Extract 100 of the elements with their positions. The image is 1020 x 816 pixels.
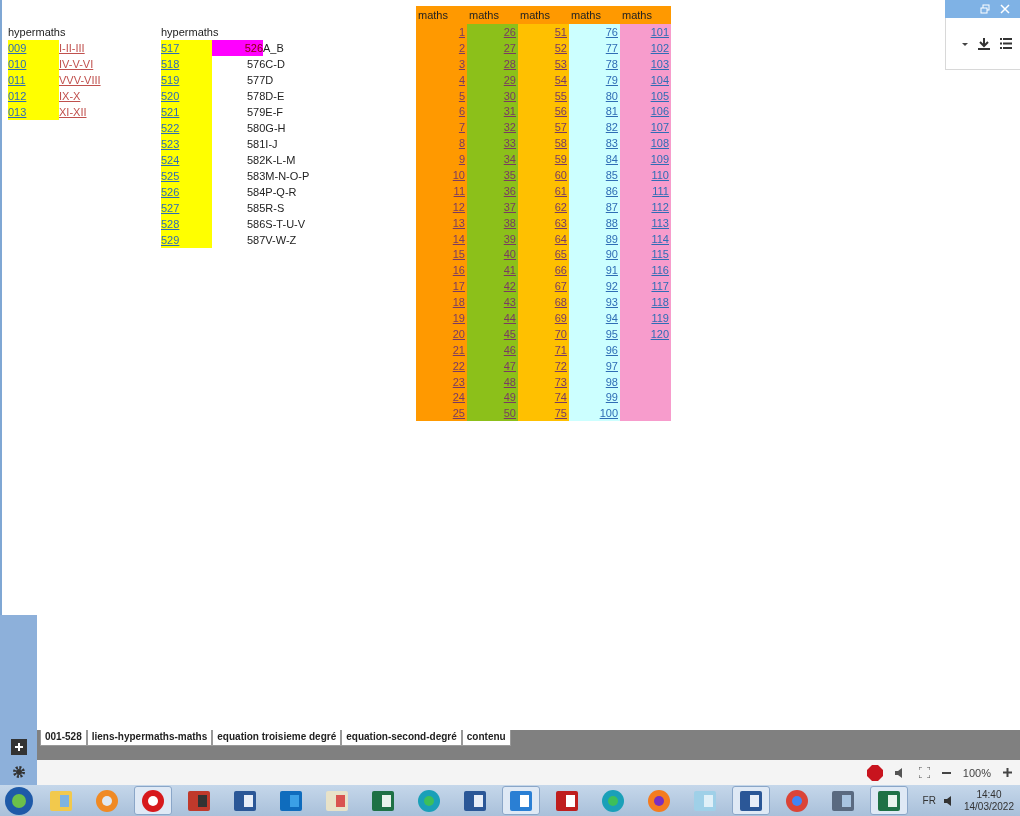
cell-link[interactable]: 90 <box>569 246 620 263</box>
cell-link[interactable]: 11 <box>416 182 467 199</box>
cell-link[interactable]: 4 <box>416 71 467 88</box>
cell-link[interactable]: 86 <box>569 182 620 199</box>
cell-link[interactable]: VVV-VIII <box>59 72 119 88</box>
cell-link[interactable]: 21 <box>416 341 467 358</box>
taskbar-app[interactable] <box>502 786 540 815</box>
cell-link[interactable]: 84 <box>569 151 620 167</box>
zoom-out-icon[interactable] <box>941 771 951 774</box>
cell-link[interactable]: 103 <box>620 55 671 72</box>
cell-link[interactable]: 7 <box>416 119 467 136</box>
list-icon[interactable] <box>1000 38 1012 49</box>
cell-link[interactable]: 44 <box>467 310 518 326</box>
settings-icon[interactable] <box>11 765 26 779</box>
cell-link[interactable]: 23 <box>416 373 467 390</box>
cell-link[interactable]: 66 <box>518 262 569 279</box>
cell-link[interactable]: 102 <box>620 39 671 56</box>
cell-link[interactable]: 8 <box>416 135 467 152</box>
cell-link[interactable]: 76 <box>569 24 620 40</box>
cell-link[interactable]: 28 <box>467 55 518 72</box>
cell-link[interactable]: 13 <box>416 214 467 231</box>
cell-link[interactable]: 26 <box>467 24 518 40</box>
cell-link[interactable]: 012 <box>8 88 59 104</box>
cell-link[interactable]: 1 <box>416 24 467 40</box>
cell-link[interactable]: 68 <box>518 294 569 311</box>
cell-link[interactable]: 110 <box>620 167 671 183</box>
cell-link[interactable]: 19 <box>416 310 467 326</box>
cell-link[interactable]: 40 <box>467 246 518 263</box>
cell-link[interactable]: 87 <box>569 198 620 215</box>
cell-link[interactable]: 12 <box>416 198 467 215</box>
cell-link[interactable]: 62 <box>518 198 569 215</box>
cell-link[interactable]: 52 <box>518 39 569 56</box>
cell-link[interactable]: 45 <box>467 325 518 342</box>
cell-link[interactable]: 82 <box>569 119 620 136</box>
cell-link[interactable]: 524 <box>161 152 212 168</box>
cell-link[interactable]: 522 <box>161 120 212 136</box>
cell-link[interactable]: 30 <box>467 87 518 104</box>
cell-link[interactable]: 112 <box>620 198 671 215</box>
taskbar-app[interactable] <box>732 786 770 815</box>
cell-link[interactable]: 35 <box>467 167 518 183</box>
cell-link[interactable]: 27 <box>467 39 518 56</box>
cell-link[interactable]: 46 <box>467 341 518 358</box>
cell-link[interactable]: IV-V-VI <box>59 56 119 72</box>
cell-link[interactable]: 521 <box>161 104 212 120</box>
sheet-tab[interactable]: liens-hypermaths-maths <box>86 730 213 746</box>
sheet-tab[interactable]: contenu <box>461 730 511 746</box>
cell-link[interactable]: 528 <box>161 216 212 232</box>
cell-link[interactable]: 42 <box>467 278 518 295</box>
cell-link[interactable]: 51 <box>518 24 569 40</box>
cell-link[interactable]: 81 <box>569 103 620 120</box>
cell-link[interactable]: 14 <box>416 230 467 247</box>
cell-link[interactable]: 31 <box>467 103 518 120</box>
cell-link[interactable]: 39 <box>467 230 518 247</box>
cell-link[interactable]: 519 <box>161 72 212 88</box>
cell-link[interactable]: 114 <box>620 230 671 247</box>
cell-link[interactable]: 116 <box>620 262 671 279</box>
cell-link[interactable]: 83 <box>569 135 620 152</box>
taskbar-app[interactable] <box>134 786 172 815</box>
cell-link[interactable]: 115 <box>620 246 671 263</box>
cell-link[interactable]: 85 <box>569 167 620 183</box>
cell-link[interactable]: 38 <box>467 214 518 231</box>
download-icon[interactable] <box>978 37 990 50</box>
cell-link[interactable]: 520 <box>161 88 212 104</box>
cell-link[interactable]: 54 <box>518 71 569 88</box>
cell-link[interactable]: 3 <box>416 55 467 72</box>
cell-link[interactable]: 526 <box>161 184 212 200</box>
cell-link[interactable]: 118 <box>620 294 671 311</box>
cell-link[interactable]: 71 <box>518 341 569 358</box>
cell-link[interactable]: 101 <box>620 24 671 40</box>
cell-link[interactable]: I-II-III <box>59 40 119 56</box>
cell-link[interactable]: 61 <box>518 182 569 199</box>
cell-link[interactable]: 6 <box>416 103 467 120</box>
cell-link[interactable]: 65 <box>518 246 569 263</box>
cell-link[interactable]: XI-XII <box>59 104 119 120</box>
cell-link[interactable]: IX-X <box>59 88 119 104</box>
cell-link[interactable]: 117 <box>620 278 671 295</box>
language-indicator[interactable]: FR <box>922 795 936 806</box>
cell-link[interactable]: 89 <box>569 230 620 247</box>
cell-link[interactable]: 17 <box>416 278 467 295</box>
cell-link[interactable]: 72 <box>518 357 569 374</box>
cell-link[interactable]: 43 <box>467 294 518 311</box>
cell-link[interactable]: 96 <box>569 341 620 358</box>
cell-link[interactable]: 48 <box>467 373 518 390</box>
cell-link[interactable]: 70 <box>518 325 569 342</box>
cell-link[interactable]: 56 <box>518 103 569 120</box>
cell-link[interactable]: 55 <box>518 87 569 104</box>
cell-link[interactable]: 78 <box>569 55 620 72</box>
sheet-tab[interactable]: equation-second-degré <box>341 730 462 746</box>
sheet-tab[interactable]: 001-528 <box>40 730 87 746</box>
cell-link[interactable]: 104 <box>620 71 671 88</box>
cell-link[interactable]: 57 <box>518 119 569 136</box>
cell-link[interactable]: 60 <box>518 167 569 183</box>
cell-link[interactable]: 20 <box>416 325 467 342</box>
cell-link[interactable]: 36 <box>467 182 518 199</box>
cell-link[interactable]: 37 <box>467 198 518 215</box>
cell-link[interactable]: 80 <box>569 87 620 104</box>
cell-link[interactable]: 79 <box>569 71 620 88</box>
cell-link[interactable]: 111 <box>620 182 671 199</box>
cell-link[interactable]: 529 <box>161 232 212 248</box>
cell-link[interactable]: 15 <box>416 246 467 263</box>
